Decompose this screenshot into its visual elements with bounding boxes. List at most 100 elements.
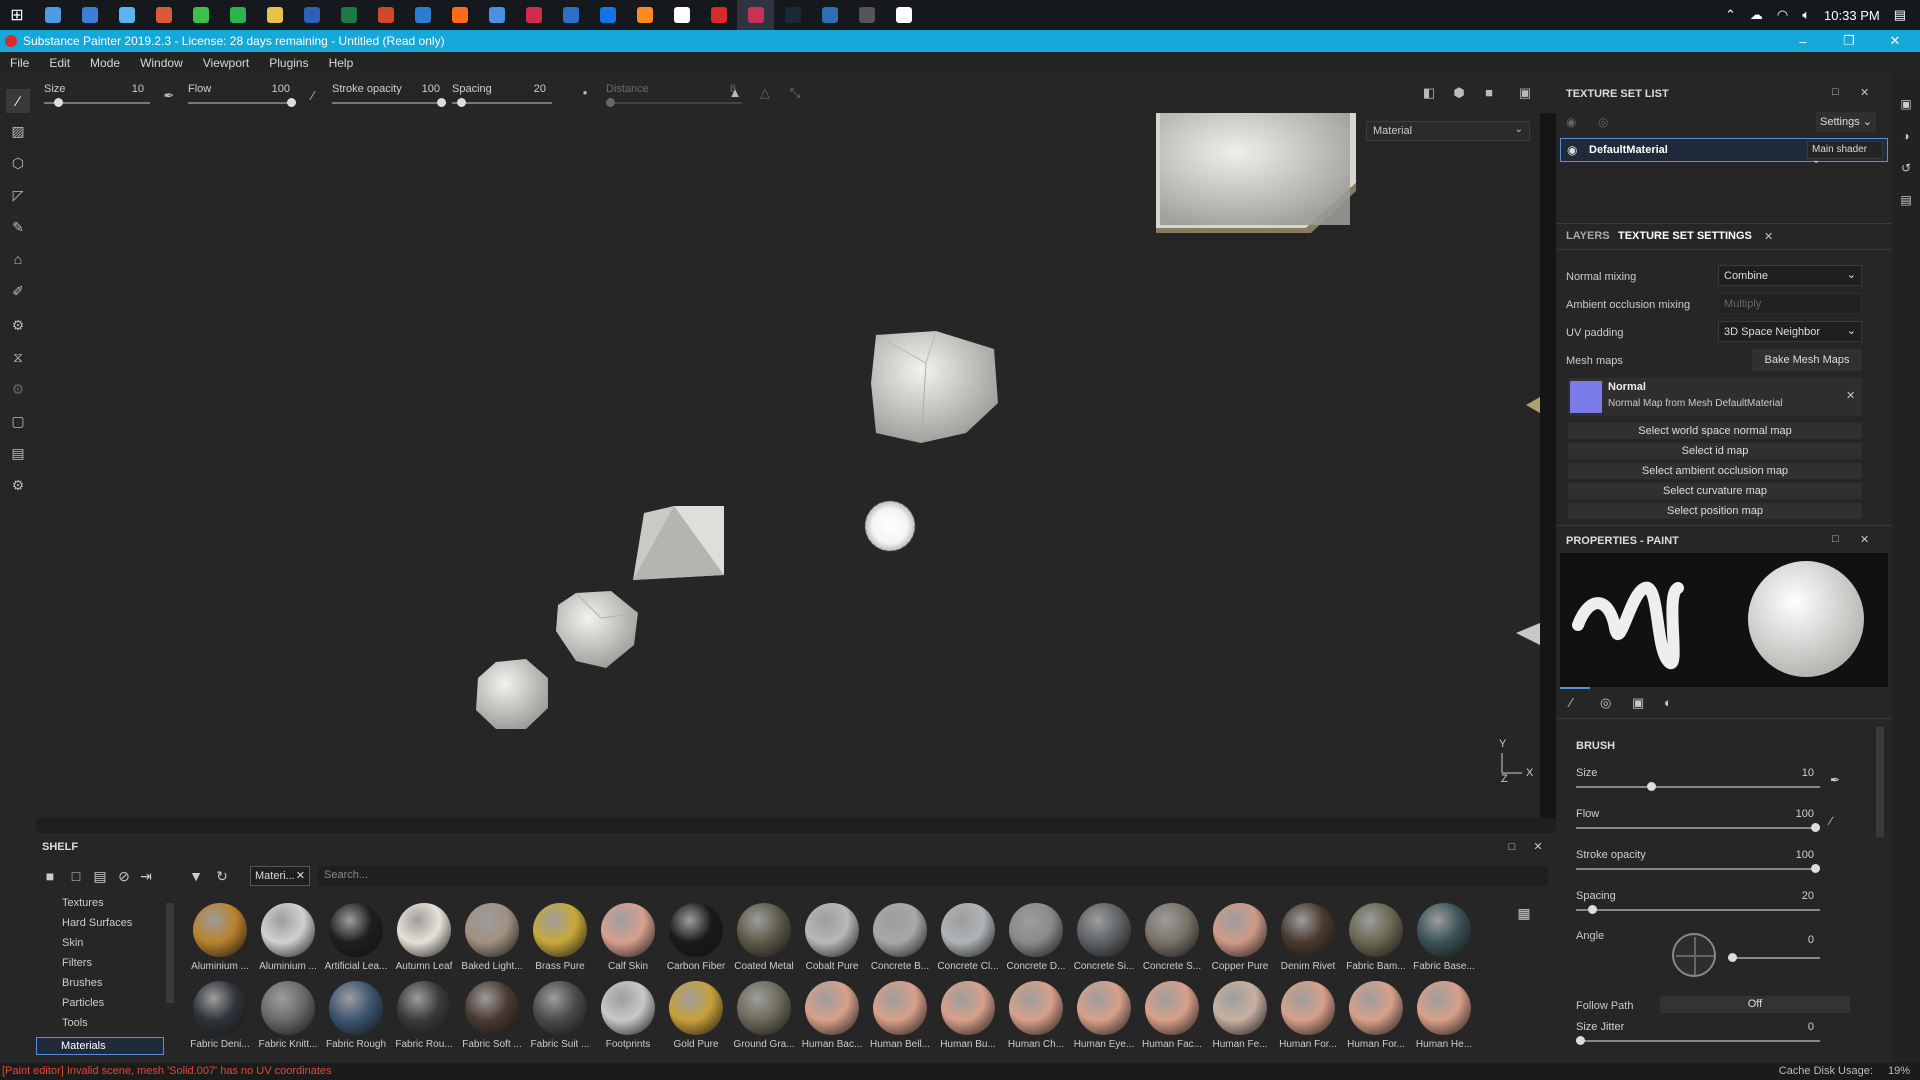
normal-map-slot[interactable]: Normal Normal Map from Mesh DefaultMater… bbox=[1568, 378, 1862, 416]
taskbar-app-icon[interactable] bbox=[885, 0, 922, 30]
taskbar-app-icon[interactable] bbox=[441, 0, 478, 30]
category-hard-surfaces[interactable]: Hard Surfaces bbox=[62, 917, 132, 929]
material-thumbnail[interactable]: Fabric Bam... bbox=[1344, 903, 1408, 972]
material-thumbnail[interactable]: Human Fac... bbox=[1140, 981, 1204, 1050]
material-thumbnail[interactable]: Concrete D... bbox=[1004, 903, 1068, 972]
restore-button[interactable]: ❐ bbox=[1826, 30, 1872, 52]
panel-close-icon[interactable]: ✕ bbox=[1860, 86, 1869, 99]
prop-spacing-slider[interactable]: Spacing 20 bbox=[1576, 886, 1820, 916]
material-thumbnail[interactable]: Human Ch... bbox=[1004, 981, 1068, 1050]
material-thumbnail[interactable]: Fabric Base... bbox=[1412, 903, 1476, 972]
material-thumbnail[interactable]: Coated Metal bbox=[732, 903, 796, 972]
taskbar-app-icon[interactable] bbox=[293, 0, 330, 30]
menu-file[interactable]: File bbox=[0, 56, 39, 70]
angle-dial[interactable] bbox=[1672, 933, 1716, 977]
taskbar-app-icon[interactable] bbox=[515, 0, 552, 30]
category-skin[interactable]: Skin bbox=[62, 937, 83, 949]
material-thumbnail[interactable]: Gold Pure bbox=[664, 981, 728, 1050]
material-thumbnail[interactable]: Denim Rivet bbox=[1276, 903, 1340, 972]
category-filters[interactable]: Filters bbox=[62, 957, 92, 969]
texture-set-settings-button[interactable]: Settings ⌄ bbox=[1816, 112, 1876, 132]
bake-mesh-maps-button[interactable]: Bake Mesh Maps bbox=[1752, 349, 1862, 371]
refresh-icon[interactable]: ↻ bbox=[212, 866, 232, 886]
hide-icon[interactable]: ⊘ bbox=[114, 866, 134, 886]
channel-select[interactable]: Material ⌄ bbox=[1366, 121, 1530, 141]
stroke-opacity-value[interactable]: 100 bbox=[422, 83, 440, 95]
eye-icon[interactable]: ◉ bbox=[1567, 143, 1577, 157]
lazy-mouse-icon[interactable]: • bbox=[576, 84, 594, 102]
symmetry-settings-icon[interactable]: △ bbox=[756, 84, 774, 102]
material-thumbnail[interactable]: Human Bu... bbox=[936, 981, 1000, 1050]
new-item-icon[interactable]: □ bbox=[66, 866, 86, 886]
prop-spacing-knob[interactable] bbox=[1587, 905, 1597, 914]
taskbar-app-icon[interactable] bbox=[71, 0, 108, 30]
bake-icon[interactable]: ⚙ bbox=[6, 313, 30, 337]
3d-viewport[interactable]: Material ⌄ Y X Z U bbox=[36, 113, 1540, 818]
notification-icon[interactable]: ▤ bbox=[1894, 7, 1906, 23]
category-scrollbar[interactable] bbox=[166, 903, 174, 1003]
windows-start-icon[interactable]: ⊞ bbox=[0, 0, 34, 30]
category-particles[interactable]: Particles bbox=[62, 997, 104, 1009]
spacing-slider-knob[interactable] bbox=[456, 98, 466, 107]
clock-time[interactable]: 10:33 PM bbox=[1824, 8, 1880, 23]
prop-size-pressure-icon[interactable]: ✒ bbox=[1830, 773, 1840, 787]
category-brushes[interactable]: Brushes bbox=[62, 977, 102, 989]
menu-plugins[interactable]: Plugins bbox=[259, 56, 318, 70]
taskbar-app-icon[interactable] bbox=[737, 0, 774, 30]
camera-icon[interactable]: ■ bbox=[1480, 84, 1498, 102]
paint-brush-icon[interactable]: ∕ bbox=[6, 89, 30, 113]
prop-angle-knob[interactable] bbox=[1728, 953, 1737, 962]
properties-scrollbar[interactable] bbox=[1876, 727, 1884, 837]
viewport-scrollbar[interactable] bbox=[1540, 113, 1556, 818]
prop-spacing-value[interactable]: 20 bbox=[1802, 890, 1814, 902]
log-icon[interactable]: ▤ bbox=[1898, 193, 1914, 209]
plugin-icon[interactable]: ⚙ bbox=[6, 377, 30, 401]
photoshop-icon[interactable]: ▢ bbox=[6, 409, 30, 433]
menu-viewport[interactable]: Viewport bbox=[193, 56, 259, 70]
prop-size-value[interactable]: 10 bbox=[1802, 767, 1814, 779]
brush-tab-icon[interactable]: ∕ bbox=[1570, 695, 1572, 710]
texture-set-row[interactable]: ◉ DefaultMaterial Main shader ⌄ bbox=[1560, 138, 1888, 166]
tab-layers[interactable]: LAYERS bbox=[1566, 230, 1610, 242]
taskbar-app-icon[interactable] bbox=[256, 0, 293, 30]
ao-mixing-select[interactable]: Multiply bbox=[1718, 293, 1862, 314]
material-thumbnail[interactable]: Artificial Lea... bbox=[324, 903, 388, 972]
taskbar-app-icon[interactable] bbox=[848, 0, 885, 30]
save-icon[interactable]: ▤ bbox=[90, 866, 110, 886]
prop-angle-value[interactable]: 0 bbox=[1808, 934, 1814, 946]
polygon-fill-icon[interactable]: ◸ bbox=[6, 183, 30, 207]
material-thumbnail[interactable]: Ground Gra... bbox=[732, 981, 796, 1050]
viewport-scene[interactable] bbox=[36, 113, 1540, 818]
prop-size-knob[interactable] bbox=[1646, 782, 1656, 791]
display-settings-icon[interactable]: ▣ bbox=[1898, 97, 1914, 113]
material-thumbnail[interactable]: Carbon Fiber bbox=[664, 903, 728, 972]
category-tools[interactable]: Tools bbox=[62, 1017, 88, 1029]
transform-icon[interactable]: ⤡ bbox=[786, 84, 804, 102]
eraser-icon[interactable]: ▨ bbox=[6, 119, 30, 143]
close-button[interactable]: ✕ bbox=[1872, 30, 1918, 52]
tab-close-icon[interactable]: ✕ bbox=[1764, 230, 1773, 243]
taskbar-app-icon[interactable] bbox=[34, 0, 71, 30]
taskbar-app-icon[interactable] bbox=[108, 0, 145, 30]
material-thumbnail[interactable]: Fabric Deni... bbox=[188, 981, 252, 1050]
taskbar-app-icon[interactable] bbox=[219, 0, 256, 30]
prop-angle-slider[interactable]: 0 bbox=[1728, 930, 1820, 962]
shader-select[interactable]: Main shader ⌄ bbox=[1807, 141, 1883, 166]
prop-stroke-value[interactable]: 100 bbox=[1796, 849, 1814, 861]
spacing-value[interactable]: 20 bbox=[534, 83, 546, 95]
toolbar-spacing-slider[interactable]: Spacing 20 bbox=[452, 79, 552, 109]
prop-stroke-knob[interactable] bbox=[1811, 864, 1820, 873]
taskbar-app-icon[interactable] bbox=[700, 0, 737, 30]
size-slider-knob[interactable] bbox=[53, 98, 63, 107]
volume-icon[interactable]: 🔈︎ bbox=[1802, 7, 1810, 23]
material-thumbnail[interactable]: Brass Pure bbox=[528, 903, 592, 972]
history-icon[interactable]: ↺ bbox=[1898, 161, 1914, 177]
menu-mode[interactable]: Mode bbox=[80, 56, 130, 70]
menu-window[interactable]: Window bbox=[130, 56, 193, 70]
material-thumbnail[interactable]: Fabric Rough bbox=[324, 981, 388, 1050]
material-thumbnail[interactable]: Autumn Leaf bbox=[392, 903, 456, 972]
select-curvature-map-button[interactable]: Select curvature map bbox=[1568, 483, 1862, 499]
prop-size-jitter-slider[interactable]: Size Jitter 0 bbox=[1576, 1017, 1820, 1047]
flow-value[interactable]: 100 bbox=[272, 83, 290, 95]
taskbar-app-icon[interactable] bbox=[811, 0, 848, 30]
